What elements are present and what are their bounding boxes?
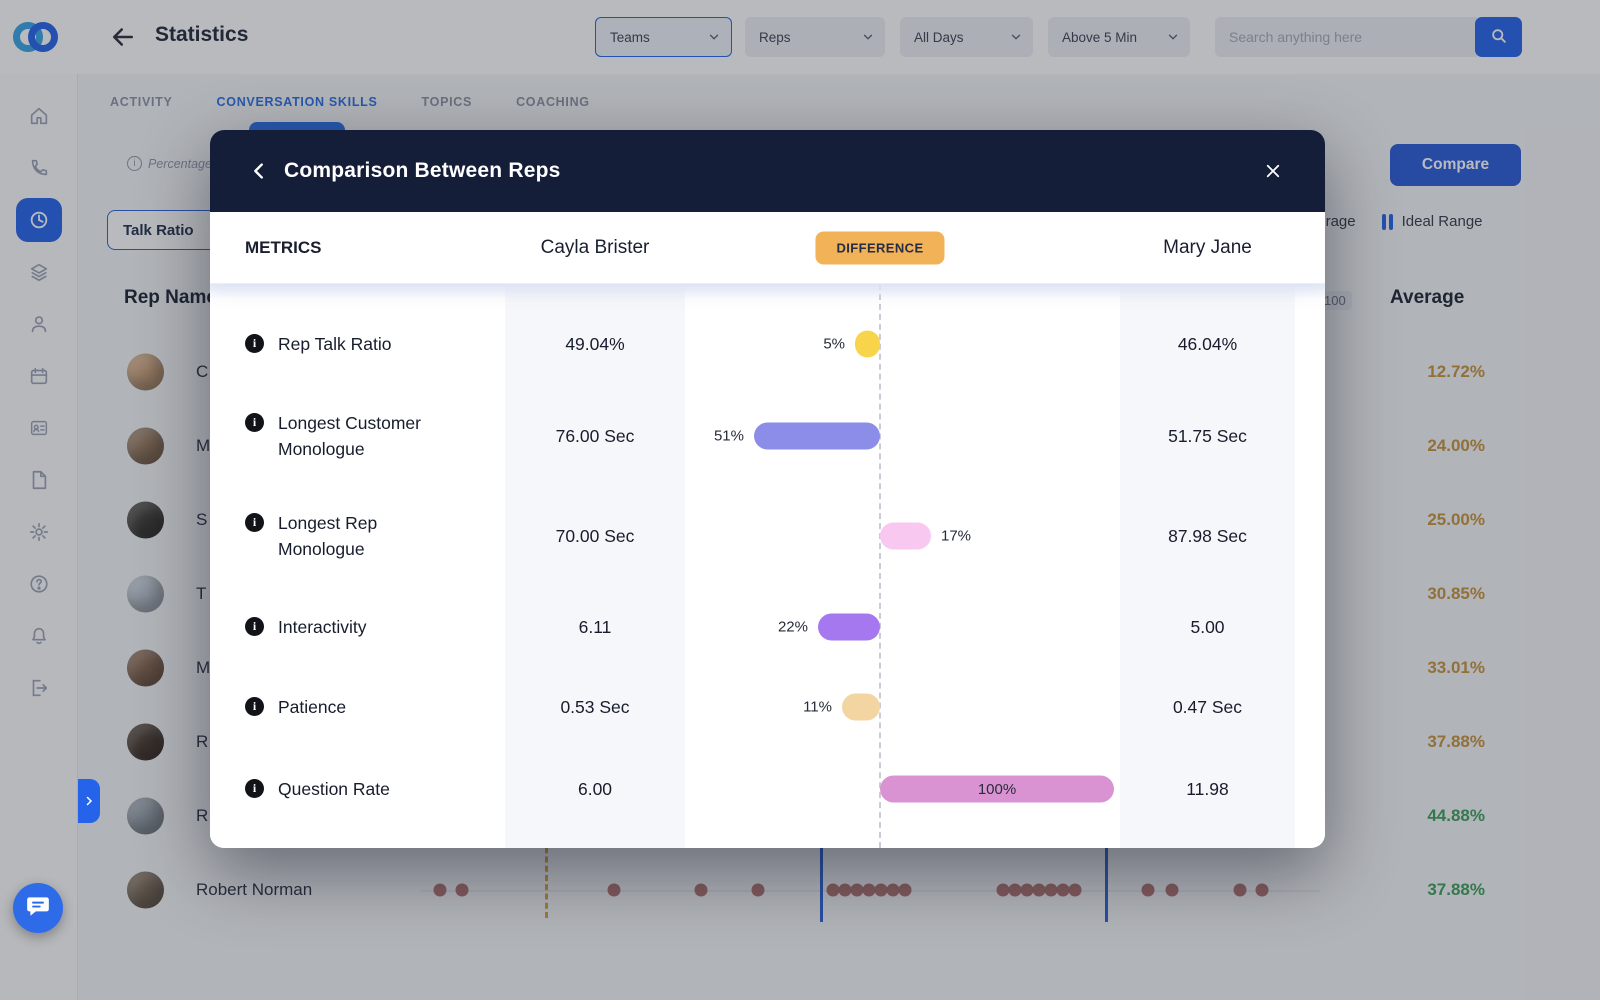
info-icon[interactable]: i <box>245 513 264 532</box>
right-rep-value: 11.98 <box>1120 746 1295 832</box>
difference-bar <box>880 523 931 550</box>
difference-bar <box>855 331 880 358</box>
difference-cell: 100% <box>685 746 1120 832</box>
metrics-column-header: METRICS <box>245 238 505 258</box>
right-rep-value: 0.47 Sec <box>1120 668 1295 746</box>
difference-percent-label: 22% <box>778 619 808 636</box>
difference-percent-label: 51% <box>714 428 744 445</box>
difference-cell: 17% <box>685 486 1120 586</box>
info-icon[interactable]: i <box>245 413 264 432</box>
right-rep-value: 87.98 Sec <box>1120 486 1295 586</box>
left-rep-value: 6.11 <box>505 586 685 668</box>
difference-percent-label: 17% <box>941 528 971 545</box>
info-icon[interactable]: i <box>245 617 264 636</box>
left-rep-value: 76.00 Sec <box>505 386 685 486</box>
modal-rows: i Rep Talk Ratio 49.04% 5% 46.04% i Longest Cu… <box>210 284 1325 832</box>
difference-column-header: DIFFERENCE <box>685 212 1120 283</box>
info-icon[interactable]: i <box>245 697 264 716</box>
chat-icon <box>25 893 51 924</box>
sidebar-expand-button[interactable] <box>78 779 100 823</box>
metric-row: i Longest Customer Monologue 76.00 Sec 51% 5… <box>210 386 1325 486</box>
metric-row: i Interactivity 6.11 22% 5.00 <box>210 586 1325 668</box>
close-icon[interactable] <box>1255 153 1291 189</box>
left-rep-value: 6.00 <box>505 746 685 832</box>
difference-cell: 22% <box>685 586 1120 668</box>
metric-row: i Longest Rep Monologue 70.00 Sec 17% 87.98 … <box>210 486 1325 586</box>
right-rep-column-header: Mary Jane <box>1120 237 1295 259</box>
difference-cell: 5% <box>685 302 1120 386</box>
difference-percent-label: 11% <box>803 699 832 716</box>
metric-name: Rep Talk Ratio <box>278 331 392 357</box>
modal-columns-header: METRICS Cayla Brister DIFFERENCE Mary Ja… <box>210 212 1325 284</box>
comparison-modal: Comparison Between Reps METRICS Cayla Br… <box>210 130 1325 848</box>
right-rep-value: 5.00 <box>1120 586 1295 668</box>
difference-cell: 51% <box>685 386 1120 486</box>
left-rep-value: 49.04% <box>505 302 685 386</box>
metric-row: i Rep Talk Ratio 49.04% 5% 46.04% <box>210 302 1325 386</box>
metric-row: i Patience 0.53 Sec 11% 0.47 Sec <box>210 668 1325 746</box>
left-rep-value: 0.53 Sec <box>505 668 685 746</box>
difference-bar <box>842 694 880 721</box>
metric-name: Longest Rep Monologue <box>278 510 450 563</box>
metric-name: Longest Customer Monologue <box>278 410 450 463</box>
modal-title: Comparison Between Reps <box>284 159 561 183</box>
info-icon[interactable]: i <box>245 334 264 353</box>
modal-back-icon[interactable] <box>244 156 274 186</box>
metric-name: Interactivity <box>278 614 367 640</box>
difference-bar: 100% <box>880 776 1114 803</box>
info-icon[interactable]: i <box>245 779 264 798</box>
left-rep-column-header: Cayla Brister <box>505 237 685 259</box>
difference-bar <box>754 423 880 450</box>
left-rep-value: 70.00 Sec <box>505 486 685 586</box>
chat-widget-button[interactable] <box>13 883 63 933</box>
right-rep-value: 46.04% <box>1120 302 1295 386</box>
difference-percent-label: 100% <box>978 781 1016 798</box>
difference-badge: DIFFERENCE <box>815 231 944 264</box>
difference-percent-label: 5% <box>823 336 845 353</box>
modal-header: Comparison Between Reps <box>210 130 1325 212</box>
difference-bar <box>818 614 880 641</box>
right-rep-value: 51.75 Sec <box>1120 386 1295 486</box>
metric-name: Patience <box>278 694 346 720</box>
modal-body: i Rep Talk Ratio 49.04% 5% 46.04% i Longest Cu… <box>210 284 1325 848</box>
metric-row: i Question Rate 6.00 100% 11.98 <box>210 746 1325 832</box>
metric-name: Question Rate <box>278 776 390 802</box>
difference-cell: 11% <box>685 668 1120 746</box>
